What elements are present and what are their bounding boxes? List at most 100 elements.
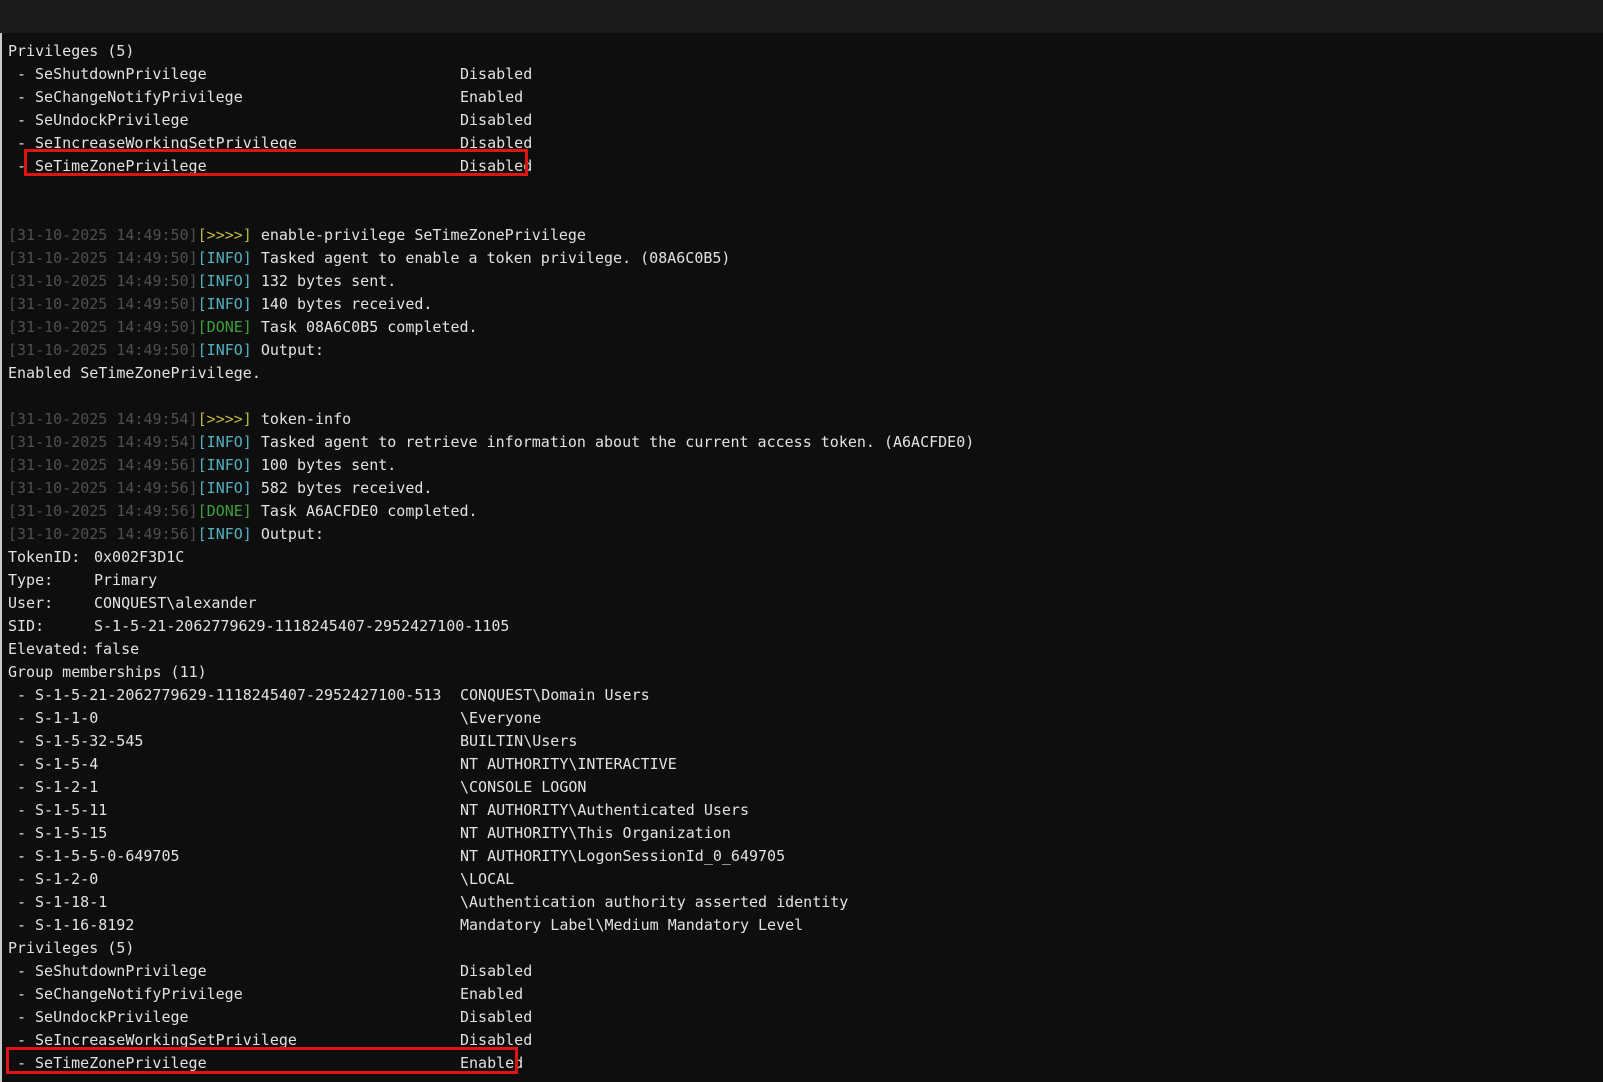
terminal-line-kv: User:CONQUEST\alexander — [8, 592, 1603, 615]
group-sid: S-1-2-0 — [35, 868, 98, 891]
terminal-line-priv: -SeIncreaseWorkingSetPrivilege Disabled — [8, 132, 1603, 155]
terminal-line-blank — [8, 178, 1603, 201]
terminal-line-priv: -SeChangeNotifyPrivilegeEnabled — [8, 983, 1603, 1006]
terminal-line-priv: -SeTimeZonePrivilege Disabled — [8, 155, 1603, 178]
terminal-line-priv: -SeShutdownPrivilegeDisabled — [8, 63, 1603, 86]
privilege-name: SeTimeZonePrivilege — [35, 1052, 207, 1075]
group-sid: S-1-1-0 — [35, 707, 98, 730]
list-bullet: - — [17, 684, 26, 707]
terminal-line-log: [31-10-2025 14:49:54][INFO]Tasked agent … — [8, 431, 1603, 454]
list-bullet: - — [17, 983, 26, 1006]
privilege-name: SeTimeZonePrivilege — [35, 155, 207, 178]
group-sid: S-1-16-8192 — [35, 914, 134, 937]
log-message: 140 bytes received. — [261, 293, 433, 316]
terminal-line-group: -S-1-5-4NT AUTHORITY\INTERACTIVE — [8, 753, 1603, 776]
terminal-line-log: [31-10-2025 14:49:50][DONE] Task 08A6C0B5… — [8, 316, 1603, 339]
log-message: enable-privilege SeTimeZonePrivilege — [261, 224, 586, 247]
token-field-value: CONQUEST\alexander — [94, 592, 257, 615]
terminal-line-group: -S-1-1-0\Everyone — [8, 707, 1603, 730]
list-bullet: - — [17, 1029, 26, 1052]
terminal-line-group: -S-1-5-15 NT AUTHORITY\This Organization — [8, 822, 1603, 845]
list-bullet: - — [17, 822, 26, 845]
token-field-label: Elevated: — [8, 638, 89, 661]
list-bullet: - — [17, 845, 26, 868]
terminal-line-log: [31-10-2025 14:49:50][INFO]132 bytes sen… — [8, 270, 1603, 293]
terminal-line-group: -S-1-2-1 \CONSOLE LOGON — [8, 776, 1603, 799]
log-timestamp: [31-10-2025 14:49:50] — [8, 270, 198, 293]
terminal-line-header: Group memberships (11) — [8, 661, 1603, 684]
privilege-name: SeIncreaseWorkingSetPrivilege — [35, 132, 297, 155]
terminal-line-blank — [8, 201, 1603, 224]
group-name: \Everyone — [460, 707, 541, 730]
log-timestamp: [31-10-2025 14:49:56] — [8, 523, 198, 546]
terminal-line-priv: -SeTimeZonePrivilegeEnabled — [8, 1052, 1603, 1075]
privilege-status: Disabled — [460, 109, 532, 132]
agent-console-output[interactable]: Privileges (5)-SeShutdownPrivilegeDisabl… — [0, 33, 1603, 1082]
privilege-name: SeIncreaseWorkingSetPrivilege — [35, 1029, 297, 1052]
log-tag-cmd: [>>>>] — [198, 408, 252, 431]
terminal-line-priv: -SeShutdownPrivilegeDisabled — [8, 960, 1603, 983]
group-name: CONQUEST\Domain Users — [460, 684, 650, 707]
privilege-status: Disabled — [460, 132, 532, 155]
token-field-label: TokenID: — [8, 546, 80, 569]
group-name: NT AUTHORITY\This Organization — [460, 822, 731, 845]
log-message: Tasked agent to retrieve information abo… — [261, 431, 974, 454]
log-tag-info: [INFO] — [198, 454, 252, 477]
list-bullet: - — [17, 63, 26, 86]
list-bullet: - — [17, 753, 26, 776]
terminal-line-group: -S-1-18-1\Authentication authority asser… — [8, 891, 1603, 914]
log-timestamp: [31-10-2025 14:49:50] — [8, 224, 198, 247]
terminal-line-kv: SID: S-1-5-21-2062779629-1118245407-29524… — [8, 615, 1603, 638]
terminal-line-group: -S-1-5-21-2062779629-1118245407-29524271… — [8, 684, 1603, 707]
list-bullet: - — [17, 155, 26, 178]
log-tag-info: [INFO] — [198, 477, 252, 500]
token-field-value: S-1-5-21-2062779629-1118245407-295242710… — [94, 615, 509, 638]
terminal-line-priv: -SeChangeNotifyPrivilegeEnabled — [8, 86, 1603, 109]
terminal-line-kv: Elevated:false — [8, 638, 1603, 661]
token-field-value: false — [94, 638, 139, 661]
group-sid: S-1-5-11 — [35, 799, 107, 822]
terminal-line-log: [31-10-2025 14:49:54][>>>>]token-info — [8, 408, 1603, 431]
privilege-status: Disabled — [460, 155, 532, 178]
token-field-label: SID: — [8, 615, 44, 638]
log-tag-info: [INFO] — [198, 523, 252, 546]
list-bullet: - — [17, 960, 26, 983]
log-timestamp: [31-10-2025 14:49:50] — [8, 316, 198, 339]
section-header-text: Group memberships (11) — [8, 661, 207, 684]
list-bullet: - — [17, 776, 26, 799]
group-sid: S-1-18-1 — [35, 891, 107, 914]
terminal-line-log: [31-10-2025 14:49:50][INFO]Output: — [8, 339, 1603, 362]
log-timestamp: [31-10-2025 14:49:54] — [8, 408, 198, 431]
terminal-line-header: Privileges (5) — [8, 40, 1603, 63]
privilege-name: SeChangeNotifyPrivilege — [35, 983, 243, 1006]
log-tag-info: [INFO] — [198, 431, 252, 454]
privilege-name: SeShutdownPrivilege — [35, 960, 207, 983]
terminal-line-group: -S-1-5-5-0-649705NT AUTHORITY\LogonSessi… — [8, 845, 1603, 868]
group-name: \CONSOLE LOGON — [460, 776, 586, 799]
group-sid: S-1-2-1 — [35, 776, 98, 799]
privilege-name: SeUndockPrivilege — [35, 1006, 189, 1029]
list-bullet: - — [17, 914, 26, 937]
log-message: 100 bytes sent. — [261, 454, 396, 477]
log-timestamp: [31-10-2025 14:49:50] — [8, 247, 198, 270]
list-bullet: - — [17, 132, 26, 155]
token-field-value: Primary — [94, 569, 157, 592]
group-name: NT AUTHORITY\Authenticated Users — [460, 799, 749, 822]
group-sid: S-1-5-32-545 — [35, 730, 143, 753]
log-tag-done: [DONE] — [198, 316, 252, 339]
log-timestamp: [31-10-2025 14:49:56] — [8, 477, 198, 500]
group-sid: S-1-5-5-0-649705 — [35, 845, 180, 868]
terminal-line-log: [31-10-2025 14:49:56][DONE]Task A6ACFDE0… — [8, 500, 1603, 523]
privilege-name: SeUndockPrivilege — [35, 109, 189, 132]
list-bullet: - — [17, 730, 26, 753]
log-message: Task 08A6C0B5 completed. — [261, 316, 478, 339]
output-text: Enabled SeTimeZonePrivilege. — [8, 362, 261, 385]
log-tag-cmd: [>>>>] — [198, 224, 252, 247]
group-name: NT AUTHORITY\INTERACTIVE — [460, 753, 677, 776]
privilege-status: Enabled — [460, 1052, 523, 1075]
log-timestamp: [31-10-2025 14:49:50] — [8, 339, 198, 362]
terminal-line-group: -S-1-16-8192Mandatory Label\Medium Manda… — [8, 914, 1603, 937]
group-sid: S-1-5-15 — [35, 822, 107, 845]
log-message: Output: — [261, 523, 324, 546]
privilege-status: Disabled — [460, 1006, 532, 1029]
